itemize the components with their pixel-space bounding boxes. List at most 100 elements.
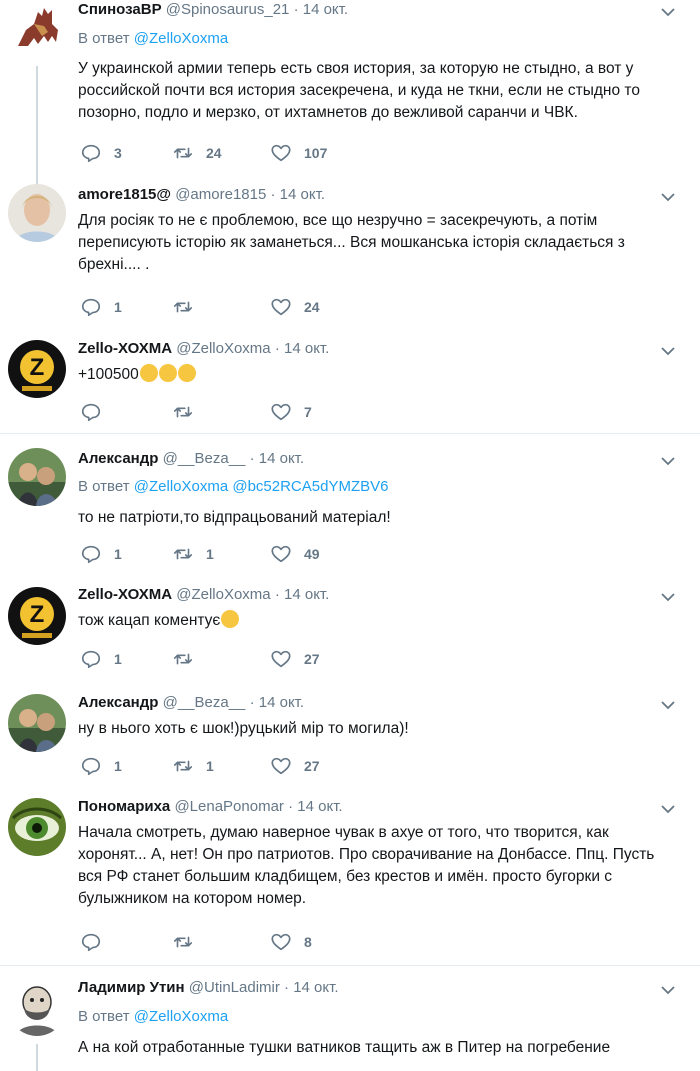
retweet-button[interactable]: [172, 296, 206, 318]
author-handle[interactable]: @__Beza__: [163, 450, 246, 467]
heart-icon: [271, 298, 291, 316]
author-handle[interactable]: @UtinLadimir: [189, 979, 280, 996]
author-name[interactable]: СпинозаВР: [78, 1, 162, 18]
reply-button[interactable]: 3: [80, 142, 122, 164]
tweet-header: Ладимир Утин @UtinLadimir · 14 окт.: [78, 979, 339, 996]
retweet-button[interactable]: [172, 648, 206, 670]
heart-icon: [271, 757, 291, 775]
reply-count: 1: [114, 651, 122, 667]
reply-button[interactable]: [80, 401, 114, 423]
tweet-actions: 8: [80, 931, 440, 953]
separator-dot: ·: [293, 1, 299, 18]
avatar[interactable]: [8, 978, 66, 1036]
avatar[interactable]: [8, 694, 66, 752]
like-button[interactable]: 8: [270, 931, 312, 953]
retweet-button[interactable]: [172, 931, 206, 953]
reply-button[interactable]: 1: [80, 543, 122, 565]
reply-context: В ответ @ZelloXoxma: [78, 1008, 228, 1025]
avatar[interactable]: [8, 184, 66, 242]
tweet-feed: СпинозаВР @Spinosaurus_21 · 14 окт. В от…: [0, 0, 700, 1071]
author-handle[interactable]: @amore1815: [175, 186, 266, 203]
author-name[interactable]: Александр: [78, 450, 158, 467]
heart-icon: [271, 650, 291, 668]
like-count: 49: [304, 546, 320, 562]
chevron-down-icon[interactable]: [660, 4, 676, 20]
chevron-down-icon[interactable]: [660, 343, 676, 359]
thread-line: [36, 1044, 38, 1071]
author-name[interactable]: Александр: [78, 694, 158, 711]
thumbs-up-icon: [177, 364, 196, 382]
retweet-icon: [173, 653, 193, 665]
reply-icon: [81, 757, 101, 776]
chevron-down-icon[interactable]: [660, 982, 676, 998]
tweet-date[interactable]: 14 окт.: [259, 694, 304, 711]
retweet-button[interactable]: 24: [172, 142, 222, 164]
tweet-date[interactable]: 14 окт.: [259, 450, 304, 467]
like-button[interactable]: 24: [270, 296, 320, 318]
author-handle[interactable]: @LenaPonomar: [174, 798, 283, 815]
separator-dot: ·: [288, 798, 294, 815]
retweet-button[interactable]: [172, 401, 206, 423]
author-name[interactable]: Пономариха: [78, 798, 170, 815]
tweet: СпинозаВР @Spinosaurus_21 · 14 окт. В от…: [0, 0, 700, 186]
reply-label: В ответ: [78, 30, 130, 47]
reply-icon: [81, 403, 101, 422]
reply-button[interactable]: 1: [80, 648, 122, 670]
like-button[interactable]: 27: [270, 648, 320, 670]
retweet-button[interactable]: 1: [172, 755, 214, 777]
chevron-down-icon[interactable]: [660, 453, 676, 469]
tweet-text-body: +100500: [78, 366, 139, 383]
separator-dot: ·: [274, 340, 280, 357]
retweet-icon: [173, 548, 193, 560]
like-button[interactable]: 27: [270, 755, 320, 777]
tweet-actions: 1 1 49: [80, 543, 440, 565]
separator-dot: ·: [284, 979, 290, 996]
avatar[interactable]: Z: [8, 587, 66, 645]
tweet-date[interactable]: 14 окт.: [280, 186, 325, 203]
author-name[interactable]: amore1815@: [78, 186, 171, 203]
avatar[interactable]: [8, 2, 66, 60]
author-name[interactable]: Zello-ХОХМА: [78, 340, 172, 357]
chevron-down-icon[interactable]: [660, 697, 676, 713]
heart-icon: [271, 545, 291, 563]
retweet-button[interactable]: 1: [172, 543, 214, 565]
tweet-text: тож кацап коментує: [78, 610, 678, 632]
author-handle[interactable]: @__Beza__: [163, 694, 246, 711]
avatar[interactable]: Z: [8, 340, 66, 398]
like-count: 27: [304, 651, 320, 667]
like-button[interactable]: 7: [270, 401, 312, 423]
tweet: Александр @__Beza__ · 14 окт. В ответ @Z…: [0, 433, 700, 577]
author-handle[interactable]: @ZelloXoxma: [176, 340, 270, 357]
author-name[interactable]: Zello-ХОХМА: [78, 586, 172, 603]
tweet-date[interactable]: 14 окт.: [284, 586, 329, 603]
like-button[interactable]: 49: [270, 543, 320, 565]
reply-icon: [81, 545, 101, 564]
tweet-header: Александр @__Beza__ · 14 окт.: [78, 450, 304, 467]
chevron-down-icon[interactable]: [660, 589, 676, 605]
reply-button[interactable]: 1: [80, 296, 122, 318]
tweet-text: ну в нього хоть є шок!)руцький мір то мо…: [78, 720, 409, 737]
mention-link[interactable]: @ZelloXoxma: [134, 1008, 228, 1025]
tweet: Ладимир Утин @UtinLadimir · 14 окт. В от…: [0, 965, 700, 1071]
author-handle[interactable]: @ZelloXoxma: [176, 586, 270, 603]
thread-line: [36, 66, 38, 186]
mention-link[interactable]: @ZelloXoxma @bc52RCA5dYMZBV6: [134, 478, 389, 495]
reply-button[interactable]: 1: [80, 755, 122, 777]
chevron-down-icon[interactable]: [660, 801, 676, 817]
tweet-date[interactable]: 14 окт.: [297, 798, 342, 815]
tweet-date[interactable]: 14 окт.: [303, 1, 348, 18]
like-button[interactable]: 107: [270, 142, 327, 164]
tweet-date[interactable]: 14 окт.: [284, 340, 329, 357]
retweet-icon: [173, 406, 193, 418]
mention-link[interactable]: @ZelloXoxma: [134, 30, 228, 47]
reply-icon: [81, 298, 101, 317]
retweet-icon: [173, 147, 193, 159]
author-handle[interactable]: @Spinosaurus_21: [166, 1, 290, 18]
reply-button[interactable]: [80, 931, 114, 953]
chevron-down-icon[interactable]: [660, 189, 676, 205]
tweet: amore1815@ @amore1815 · 14 окт. Для росі…: [0, 180, 700, 333]
tweet-date[interactable]: 14 окт.: [293, 979, 338, 996]
avatar[interactable]: [8, 798, 66, 856]
author-name[interactable]: Ладимир Утин: [78, 979, 185, 996]
avatar[interactable]: [8, 448, 66, 506]
